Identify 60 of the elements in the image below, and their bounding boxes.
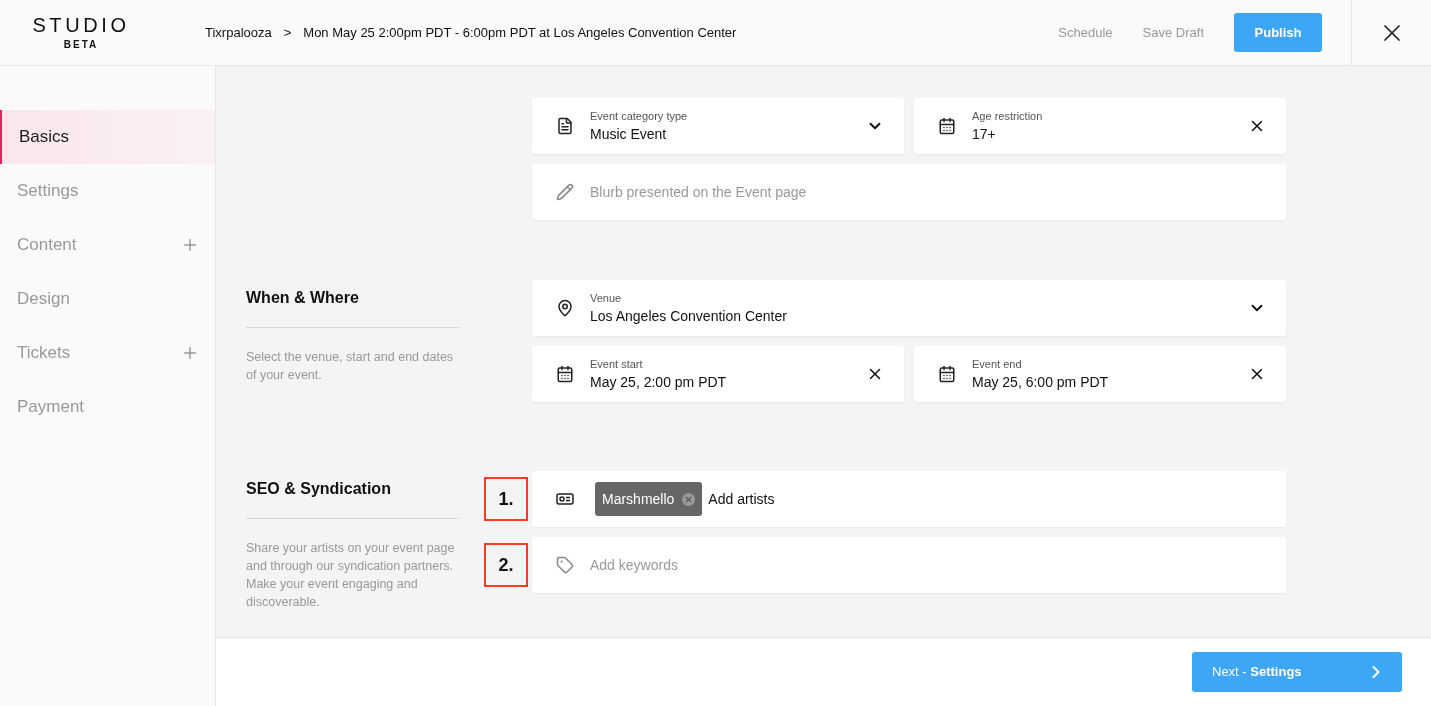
field-label: Venue — [590, 291, 623, 306]
form-field[interactable]: Event start May 25, 2:00 pm PDT — [532, 346, 904, 402]
sidebar-label: Design — [17, 288, 71, 311]
sidebar-item[interactable]: Tickets — [0, 326, 215, 380]
section-description: Share your artists on your event page and through our syndication partners. Make your event engaging and discoverable. — [246, 540, 456, 611]
section-heading: SEO & Syndication — [246, 477, 459, 519]
form-field[interactable]: Event category type Music Event — [532, 98, 904, 154]
publish-button[interactable]: Publish — [1234, 13, 1322, 52]
form-field[interactable]: Blurb presented on the Event page — [532, 164, 1286, 220]
breadcrumb-current: Mon May 25 2:00pm PDT - 6:00pm PDT at Los Angeles Convention Center — [303, 23, 737, 42]
location-pin-icon — [556, 299, 574, 317]
sidebar-label: Settings — [17, 180, 80, 203]
field-value: Music Event — [590, 125, 668, 144]
tag-icon — [556, 556, 574, 574]
sidebar-item[interactable]: Content — [0, 218, 215, 272]
field-label: Event start — [590, 357, 644, 372]
sidebar-label: Content — [17, 234, 78, 257]
header-action-link[interactable]: Save Draft — [1142, 22, 1204, 43]
calendar-icon — [938, 117, 956, 135]
calendar-icon — [556, 365, 574, 383]
header-action-link[interactable]: Schedule — [1058, 22, 1113, 43]
field-value: May 25, 6:00 pm PDT — [972, 373, 1110, 392]
form-field[interactable]: Event end May 25, 6:00 pm PDT — [914, 346, 1286, 402]
sidebar-item[interactable]: Payment — [0, 380, 215, 434]
form-field[interactable]: Age restriction 17+ — [914, 98, 1286, 154]
sidebar-label: Tickets — [17, 342, 72, 365]
artist-chip[interactable]: Marshmello — [595, 482, 703, 516]
breadcrumb-separator: > — [283, 23, 292, 42]
field-label: Event end — [972, 357, 1023, 372]
annotation-marker: 2. — [484, 543, 528, 587]
document-icon — [556, 117, 574, 135]
remove-icon[interactable] — [682, 492, 696, 506]
field-placeholder: Blurb presented on the Event page — [590, 182, 808, 202]
pencil-icon — [556, 183, 574, 201]
form-field[interactable]: Venue Los Angeles Convention Center — [532, 280, 1286, 336]
section-heading: When & Where — [246, 286, 459, 328]
breadcrumb-link[interactable]: Tixrpalooza — [205, 22, 272, 43]
next-button[interactable]: Next - Settings — [1192, 652, 1402, 692]
section-description: Select the venue, start and end dates of your event. — [246, 349, 455, 384]
field-placeholder: Add keywords — [590, 555, 679, 575]
field-label: Event category type — [590, 109, 689, 124]
chip-label: Marshmello — [602, 489, 675, 509]
sidebar-label: Basics — [19, 126, 71, 149]
calendar-icon — [938, 365, 956, 383]
sidebar-item[interactable]: Basics — [0, 110, 215, 164]
form-field[interactable]: Marshmello Add artists — [532, 471, 1286, 527]
field-value: 17+ — [972, 125, 997, 144]
sidebar-item[interactable]: Design — [0, 272, 215, 326]
field-label: Age restriction — [972, 109, 1044, 124]
form-field[interactable]: Add keywords — [532, 537, 1286, 593]
logo-title: STUDIO — [32, 13, 130, 37]
ticket-icon — [556, 493, 574, 505]
field-prompt: Add artists — [708, 489, 775, 509]
studio-logo[interactable]: STUDIO BETA — [0, 13, 162, 52]
annotation-marker: 1. — [484, 477, 528, 521]
field-value: May 25, 2:00 pm PDT — [590, 373, 728, 392]
logo-subtitle: BETA — [63, 38, 99, 52]
sidebar-label: Payment — [17, 396, 86, 419]
sidebar-item[interactable]: Settings — [0, 164, 215, 218]
field-value: Los Angeles Convention Center — [590, 307, 788, 326]
